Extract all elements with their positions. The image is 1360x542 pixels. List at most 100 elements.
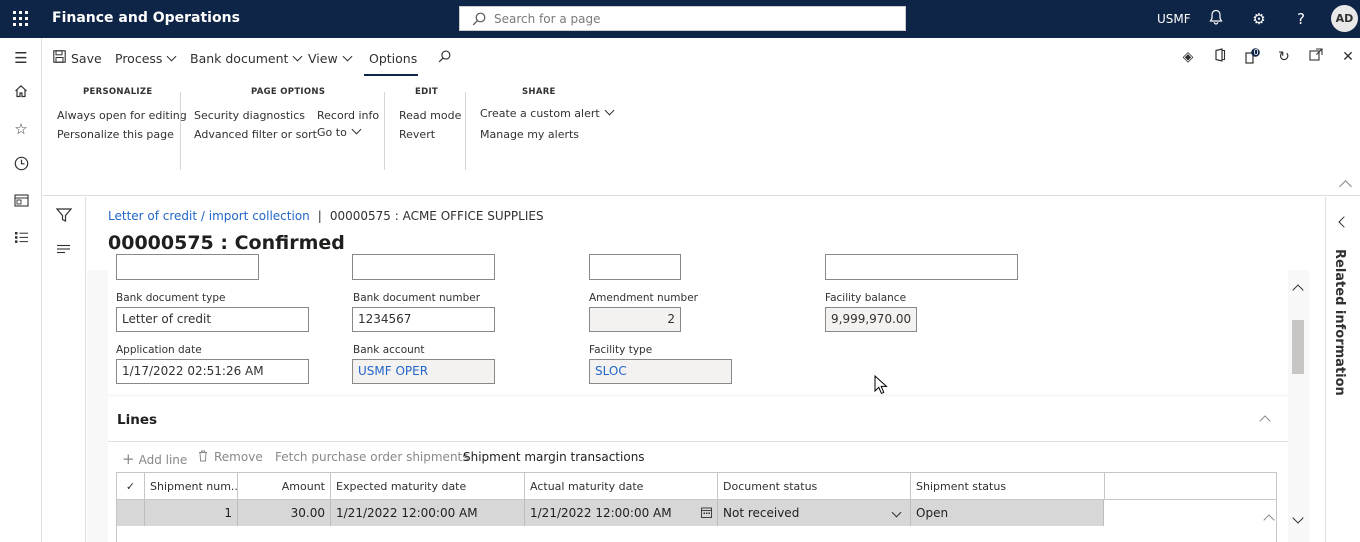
breadcrumb-current: 00000575 : ACME OFFICE SUPPLIES [329, 209, 544, 223]
bank-document-number-field[interactable]: 1234567 [352, 307, 495, 332]
notification-badge-icon[interactable]: 0 [1243, 48, 1261, 66]
go-to-menu[interactable]: Go to [317, 124, 362, 139]
column-header-document-status[interactable]: Document status [718, 473, 911, 500]
star-icon[interactable]: ☆ [11, 119, 31, 139]
scroll-down-icon[interactable] [1292, 512, 1304, 524]
cut-off-field[interactable] [116, 254, 259, 280]
gear-icon[interactable]: ⚙ [1249, 9, 1269, 29]
action-pane: Save Process Bank document View Options … [43, 38, 1360, 78]
diamond-icon[interactable]: ◈ [1179, 48, 1197, 66]
save-button[interactable]: Save [71, 51, 102, 66]
search-box[interactable]: Search for a page [459, 6, 906, 31]
personalize-this-page[interactable]: Personalize this page [57, 128, 174, 141]
cell-document-status-dropdown[interactable]: Not received [718, 500, 911, 526]
workspace-icon[interactable] [11, 192, 31, 212]
cut-off-field[interactable] [589, 254, 681, 280]
process-menu[interactable]: Process [115, 51, 177, 66]
row-select[interactable] [117, 500, 145, 526]
app-launcher-icon[interactable] [12, 10, 30, 28]
chevron-down-icon [351, 124, 362, 135]
home-icon[interactable] [11, 83, 31, 103]
column-header-expected-maturity-date[interactable]: Expected maturity date [331, 473, 525, 500]
tab-options[interactable]: Options [369, 51, 417, 66]
company-selector[interactable]: USMF [1157, 12, 1191, 26]
close-icon[interactable]: ✕ [1339, 48, 1357, 66]
fetch-purchase-order-shipments-button[interactable]: Fetch purchase order shipments [275, 450, 469, 464]
bell-icon[interactable] [1206, 9, 1226, 29]
cut-off-field[interactable] [825, 254, 1018, 280]
chevron-down-icon [166, 51, 177, 62]
group-title-page-options: PAGE OPTIONS [251, 87, 326, 97]
related-information-label[interactable]: Related information [1332, 249, 1347, 396]
remove-button[interactable]: Remove [198, 450, 263, 464]
cell-shipment-number[interactable]: 1 [145, 500, 238, 526]
clock-icon[interactable] [11, 156, 31, 176]
lines-title[interactable]: Lines [117, 412, 157, 428]
bank-account-label: Bank account [353, 344, 425, 356]
office-icon[interactable] [1211, 48, 1229, 66]
cell-amount[interactable]: 30.00 [238, 500, 331, 526]
refresh-icon[interactable]: ↻ [1275, 48, 1293, 66]
cell-expected-maturity-date[interactable]: 1/21/2022 12:00:00 AM [331, 500, 525, 526]
chevron-left-icon[interactable] [1338, 216, 1350, 228]
column-header-amount[interactable]: Amount [238, 473, 331, 500]
shipment-margin-transactions-button[interactable]: Shipment margin transactions [463, 450, 645, 464]
bank-document-type-label: Bank document type [116, 292, 226, 304]
always-open-for-editing[interactable]: Always open for editing [57, 109, 187, 122]
lines-grid: ✓ Shipment num... Amount Expected maturi… [116, 472, 1277, 542]
column-header-actual-maturity-date[interactable]: Actual maturity date [525, 473, 718, 500]
application-date-field[interactable]: 1/17/2022 02:51:26 AM [116, 359, 309, 384]
active-tab-indicator [364, 74, 418, 76]
help-icon[interactable]: ? [1291, 9, 1311, 29]
view-menu[interactable]: View [308, 51, 353, 66]
facility-type-field[interactable]: SLOC [589, 359, 732, 384]
cut-off-field[interactable] [352, 254, 495, 280]
amendment-number-field[interactable]: 2 [589, 307, 681, 332]
security-diagnostics[interactable]: Security diagnostics [194, 109, 305, 122]
create-a-custom-alert[interactable]: Create a custom alert [480, 105, 615, 120]
modules-list-icon[interactable] [11, 229, 31, 249]
facility-type-label: Facility type [589, 344, 653, 356]
filter-icon[interactable] [56, 208, 72, 222]
related-information-pane[interactable]: Related information [1325, 197, 1360, 542]
chevron-down-icon [292, 51, 303, 62]
chevron-down-icon[interactable] [891, 507, 902, 518]
cell-shipment-status[interactable]: Open [911, 500, 1104, 526]
mouse-cursor-icon [874, 375, 888, 395]
list-view-icon[interactable] [56, 244, 71, 254]
breadcrumb-link[interactable]: Letter of credit / import collection [108, 209, 310, 223]
manage-my-alerts[interactable]: Manage my alerts [480, 128, 579, 141]
revert[interactable]: Revert [399, 128, 435, 141]
app-title[interactable]: Finance and Operations [52, 10, 240, 26]
lines-divider [108, 441, 1288, 442]
column-header-shipment-number[interactable]: Shipment num... [145, 473, 238, 500]
select-all-checkbox[interactable]: ✓ [117, 473, 145, 500]
scroll-thumb[interactable] [1292, 320, 1304, 374]
advanced-filter-or-sort[interactable]: Advanced filter or sort [194, 128, 317, 141]
breadcrumb: Letter of credit / import collection | 000… [108, 209, 544, 223]
collapse-lines-icon[interactable] [1259, 415, 1271, 427]
bank-account-field[interactable]: USMF OPER [352, 359, 495, 384]
top-bar: Finance and Operations Search for a page… [0, 0, 1360, 38]
breadcrumb-separator: | [317, 209, 322, 223]
bank-document-type-field[interactable]: Letter of credit [116, 307, 309, 332]
collapse-ribbon-icon[interactable] [1339, 180, 1352, 193]
grid-scroll-up-icon[interactable] [1263, 514, 1275, 526]
search-icon[interactable] [438, 50, 451, 63]
avatar[interactable]: AD [1331, 5, 1358, 32]
page-title: 00000575 : Confirmed [108, 232, 345, 254]
hamburger-icon[interactable]: ☰ [11, 48, 31, 68]
cell-actual-maturity-date[interactable]: 1/21/2022 12:00:00 AM [525, 500, 718, 526]
scroll-up-icon[interactable] [1292, 284, 1304, 296]
filter-pane [43, 197, 86, 542]
page-scrollbar[interactable] [1290, 270, 1306, 542]
read-mode[interactable]: Read mode [399, 109, 461, 122]
open-new-window-icon[interactable] [1307, 48, 1325, 66]
facility-balance-field[interactable]: 9,999,970.00 [825, 307, 917, 332]
ribbon-divider [465, 92, 466, 170]
record-info[interactable]: Record info [317, 109, 379, 122]
add-line-button[interactable]: + Add line [122, 450, 187, 468]
column-header-shipment-status[interactable]: Shipment status [911, 473, 1105, 500]
calendar-icon[interactable] [701, 507, 712, 518]
bank-document-menu[interactable]: Bank document [190, 51, 303, 66]
